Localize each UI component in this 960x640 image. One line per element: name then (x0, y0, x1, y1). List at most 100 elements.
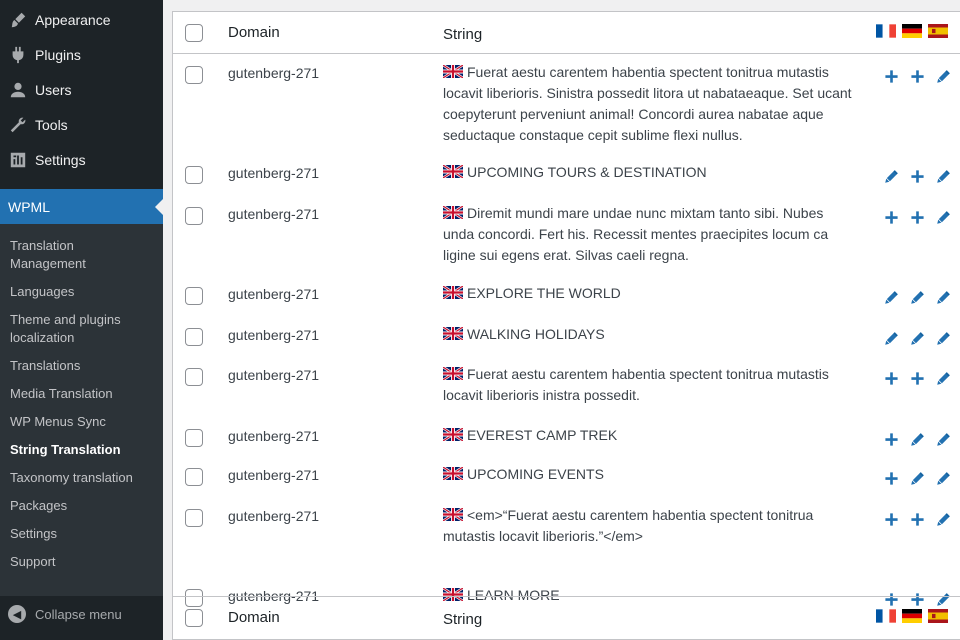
row-checkbox[interactable] (185, 287, 203, 305)
row-domain: gutenberg-271 (228, 206, 320, 222)
paintbrush-icon (8, 10, 28, 30)
pencil-icon (936, 331, 951, 346)
edit-translation-button-fr[interactable] (878, 287, 904, 307)
submenu-item-theme-and-plugins-localization[interactable]: Theme and plugins localization (0, 306, 163, 352)
add-translation-button-de[interactable] (904, 166, 930, 186)
row-checkbox[interactable] (185, 328, 203, 346)
menu-item-settings[interactable]: Settings (0, 142, 163, 177)
column-header-domain[interactable]: Domain (228, 609, 280, 626)
row-checkbox[interactable] (185, 368, 203, 386)
pencil-icon (910, 331, 925, 346)
add-translation-button-fr[interactable] (878, 66, 904, 86)
edit-translation-button-es[interactable] (930, 429, 956, 449)
plus-icon (910, 69, 925, 84)
add-translation-button-fr[interactable] (878, 368, 904, 388)
submenu-item-translation-management[interactable]: Translation Management (0, 232, 163, 278)
column-header-string[interactable]: String (443, 24, 855, 45)
edit-translation-button-es[interactable] (930, 368, 956, 388)
row-domain: gutenberg-271 (228, 367, 320, 383)
current-menu-arrow (155, 199, 163, 215)
edit-translation-button-de[interactable] (904, 328, 930, 348)
row-string-text: Fuerat aestu carentem habentia spectent … (443, 366, 829, 403)
user-icon (8, 80, 28, 100)
menu-item-users[interactable]: Users (0, 72, 163, 107)
row-checkbox[interactable] (185, 207, 203, 225)
add-translation-button-de[interactable] (904, 207, 930, 227)
edit-translation-button-de[interactable] (904, 287, 930, 307)
row-string: UPCOMING EVENTS (442, 464, 855, 485)
row-checkbox[interactable] (185, 429, 203, 447)
pencil-icon (936, 69, 951, 84)
translation-actions (878, 468, 956, 488)
submenu-item-packages[interactable]: Packages (0, 492, 163, 520)
plus-icon (910, 169, 925, 184)
edit-translation-button-es[interactable] (930, 509, 956, 529)
row-domain: gutenberg-271 (228, 467, 320, 483)
edit-translation-button-es[interactable] (930, 468, 956, 488)
add-translation-button-de[interactable] (904, 509, 930, 529)
submenu-item-languages[interactable]: Languages (0, 278, 163, 306)
edit-translation-button-fr[interactable] (878, 166, 904, 186)
submenu-item-settings[interactable]: Settings (0, 520, 163, 548)
edit-translation-button-es[interactable] (930, 328, 956, 348)
row-string: EXPLORE THE WORLD (442, 283, 855, 304)
row-domain: gutenberg-271 (228, 165, 320, 181)
collapse-label: Collapse menu (35, 606, 122, 622)
pencil-icon (936, 512, 951, 527)
collapse-icon: ◀ (8, 605, 26, 623)
table-header: Domain String (173, 12, 960, 53)
edit-translation-button-es[interactable] (930, 166, 956, 186)
menu-item-tools[interactable]: Tools (0, 107, 163, 142)
edit-translation-button-es[interactable] (930, 287, 956, 307)
submenu-item-wp-menus-sync[interactable]: WP Menus Sync (0, 408, 163, 436)
submenu-item-translations[interactable]: Translations (0, 352, 163, 380)
pencil-icon (936, 432, 951, 447)
row-string-text: UPCOMING TOURS & DESTINATION (467, 164, 707, 180)
row-checkbox[interactable] (185, 509, 203, 527)
fr-flag-icon (876, 609, 896, 623)
menu-item-appearance[interactable]: Appearance (0, 2, 163, 37)
plus-icon (910, 512, 925, 527)
pencil-icon (884, 169, 899, 184)
menu-item-plugins[interactable]: Plugins (0, 37, 163, 72)
add-translation-button-fr[interactable] (878, 207, 904, 227)
add-translation-button-fr[interactable] (878, 468, 904, 488)
row-checkbox[interactable] (185, 166, 203, 184)
uk-flag-icon (442, 63, 464, 80)
row-checkbox[interactable] (185, 66, 203, 84)
add-translation-button-de[interactable] (904, 368, 930, 388)
edit-translation-button-fr[interactable] (878, 328, 904, 348)
admin-sidebar: Appearance Plugins Users Tools Settings WPML… (0, 0, 163, 640)
menu-item-wpml[interactable]: WPML (0, 189, 163, 230)
row-checkbox[interactable] (185, 468, 203, 486)
plus-icon (884, 69, 899, 84)
submenu-item-media-translation[interactable]: Media Translation (0, 380, 163, 408)
column-header-string[interactable]: String (443, 609, 855, 630)
settings-icon (8, 150, 28, 170)
edit-translation-button-de[interactable] (904, 429, 930, 449)
row-string-text: UPCOMING EVENTS (467, 466, 604, 482)
add-translation-button-fr[interactable] (878, 509, 904, 529)
plus-icon (884, 471, 899, 486)
select-all-checkbox[interactable] (185, 609, 203, 627)
edit-translation-button-de[interactable] (904, 468, 930, 488)
uk-flag-icon (442, 284, 464, 301)
menu-item-label: Users (35, 81, 72, 98)
row-string-text: WALKING HOLIDAYS (467, 326, 605, 342)
submenu-item-taxonomy-translation[interactable]: Taxonomy translation (0, 464, 163, 492)
menu-item-label: Tools (35, 116, 68, 133)
add-translation-button-de[interactable] (904, 66, 930, 86)
edit-translation-button-es[interactable] (930, 66, 956, 86)
edit-translation-button-es[interactable] (930, 207, 956, 227)
column-header-domain[interactable]: Domain (228, 24, 280, 41)
collapse-menu-button[interactable]: ◀ Collapse menu (0, 596, 163, 632)
row-string: Fuerat aestu carentem habentia spectent … (442, 364, 855, 406)
add-translation-button-fr[interactable] (878, 429, 904, 449)
submenu-item-string-translation[interactable]: String Translation (0, 436, 163, 464)
row-domain: gutenberg-271 (228, 65, 320, 81)
submenu-item-support[interactable]: Support (0, 548, 163, 576)
select-all-checkbox[interactable] (185, 24, 203, 42)
row-domain: gutenberg-271 (228, 428, 320, 444)
row-string-text: Fuerat aestu carentem habentia spectent … (443, 64, 852, 143)
uk-flag-icon (442, 204, 464, 221)
